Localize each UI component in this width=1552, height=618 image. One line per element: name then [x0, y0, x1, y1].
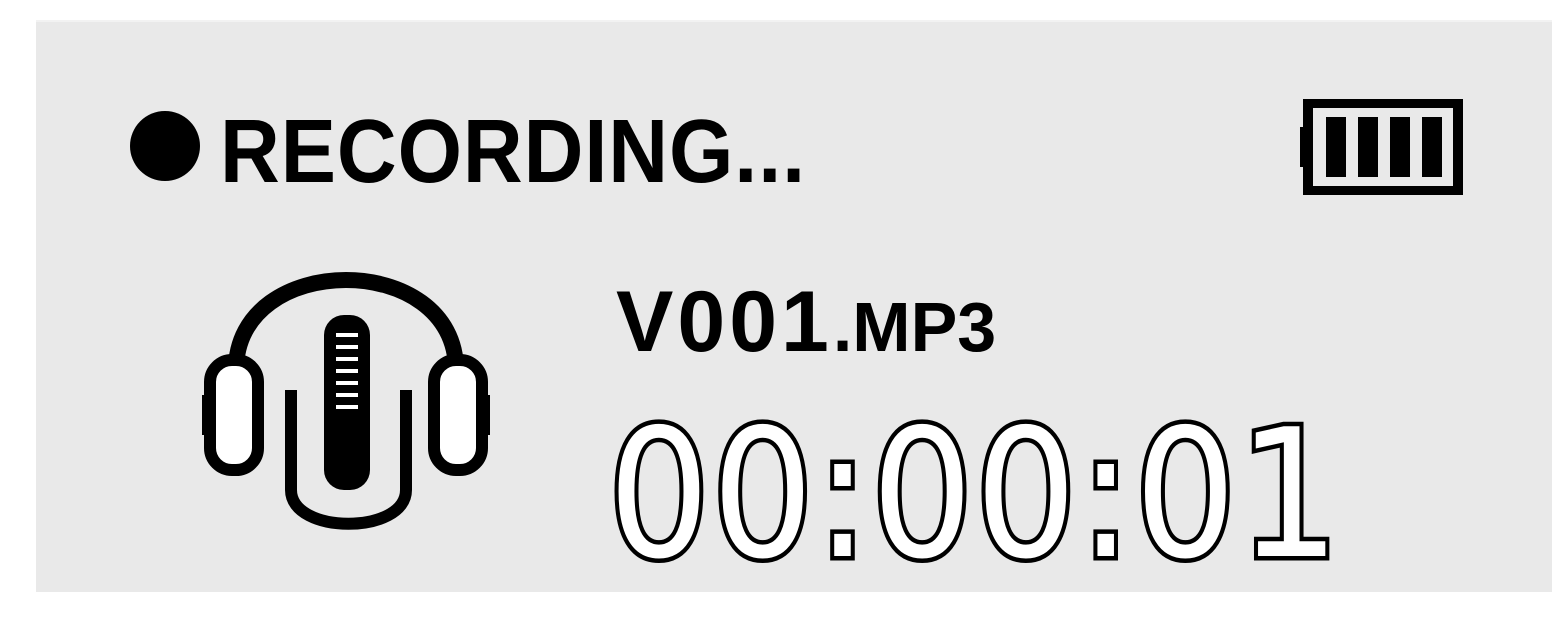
record-dot-icon — [130, 111, 200, 181]
battery-bar — [1390, 117, 1410, 177]
battery-bar — [1422, 117, 1442, 177]
file-name: V001.MP3 — [616, 277, 996, 392]
headset-mic-icon — [202, 272, 490, 530]
battery-bar — [1358, 117, 1378, 177]
lcd-display: RECORDING... V001.MP3 00:00:01 — [36, 20, 1552, 592]
recording-label: RECORDING... — [220, 102, 807, 202]
battery-bar — [1326, 117, 1346, 177]
elapsed-timer: 00:00:01 — [604, 391, 1344, 598]
file-name-base: V001 — [616, 274, 833, 370]
battery-icon — [1300, 99, 1463, 195]
file-name-extension: .MP3 — [832, 288, 997, 366]
